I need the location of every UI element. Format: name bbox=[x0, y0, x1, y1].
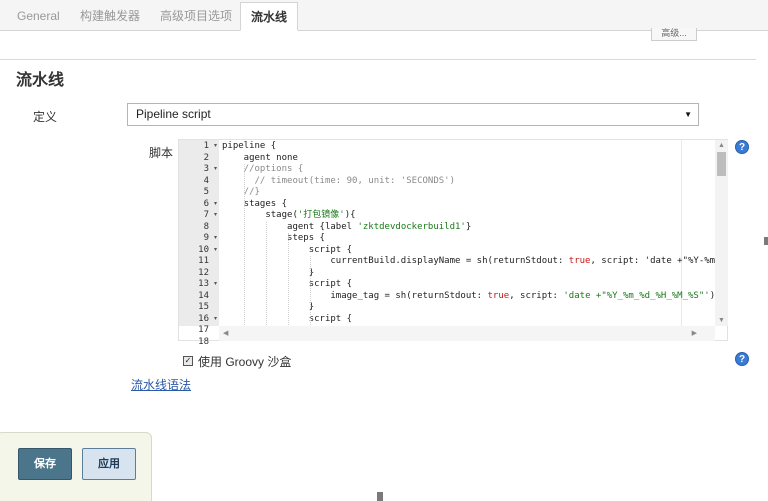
tab-pipeline[interactable]: 流水线 bbox=[240, 2, 299, 31]
scroll-left-icon[interactable]: ◀ bbox=[223, 329, 228, 337]
groovy-sandbox-label: 使用 Groovy 沙盒 bbox=[198, 355, 292, 369]
save-button[interactable]: 保存 bbox=[18, 448, 72, 480]
fold-toggle-icon[interactable]: ▾ bbox=[214, 141, 217, 153]
line-number: 17 bbox=[198, 325, 209, 335]
line-number: 15 bbox=[198, 302, 209, 312]
line-number: 5 bbox=[203, 187, 209, 197]
line-number: 16 bbox=[198, 313, 209, 324]
code-line: } bbox=[222, 302, 315, 312]
line-number: 2 bbox=[203, 152, 209, 163]
page-scroll-marker-bottom bbox=[377, 492, 383, 501]
fold-toggle-icon[interactable]: ▾ bbox=[214, 314, 217, 326]
indent-guide bbox=[310, 256, 311, 325]
code-line: } bbox=[222, 267, 315, 278]
indent-guide bbox=[288, 233, 289, 325]
line-number: 10 bbox=[198, 244, 209, 255]
line-number: 3 bbox=[203, 164, 209, 174]
definition-select[interactable]: Pipeline script ▼ bbox=[127, 103, 699, 126]
config-tab-bar: General 构建触发器 高级项目选项 流水线 bbox=[0, 0, 768, 31]
line-number: 7 bbox=[203, 210, 209, 220]
line-number: 12 bbox=[198, 267, 209, 278]
line-number: 14 bbox=[198, 290, 209, 301]
line-number: 9 bbox=[203, 233, 209, 243]
definition-label: 定义 bbox=[33, 110, 58, 124]
scroll-right-icon[interactable]: ▶ bbox=[692, 329, 697, 337]
editor-gutter: 1 ▾ 2 3 ▾ 4 5 6 ▾ 7 ▾ 8 9 ▾ 10 ▾ 11 12 13 ▾ 14 15 16 ▾ 17 18 bbox=[179, 140, 219, 347]
code-line: stages { bbox=[222, 198, 288, 209]
code-line: image_tag = sh(returnStdout: true, scrip… bbox=[222, 290, 715, 301]
pipeline-syntax-link[interactable]: 流水线语法 bbox=[131, 376, 191, 393]
tab-build-triggers[interactable]: 构建触发器 bbox=[80, 5, 140, 31]
line-number: 18 bbox=[198, 336, 209, 347]
indent-guide bbox=[266, 221, 267, 325]
line-number: 13 bbox=[198, 279, 209, 289]
page-scroll-marker bbox=[764, 237, 768, 245]
script-label: 脚本 bbox=[149, 146, 174, 160]
line-number: 11 bbox=[198, 256, 209, 266]
fold-toggle-icon[interactable]: ▾ bbox=[214, 210, 217, 222]
tab-general[interactable]: General bbox=[17, 5, 60, 31]
caret-down-icon: ▼ bbox=[684, 110, 692, 119]
groovy-sandbox-checkbox[interactable]: ✓ bbox=[183, 356, 193, 366]
fold-toggle-icon[interactable]: ▾ bbox=[214, 233, 217, 245]
section-title: 流水线 bbox=[16, 72, 65, 89]
editor-horizontal-scrollbar[interactable]: ◀ ▶ bbox=[219, 326, 715, 341]
code-line: agent {label 'zktdevdockerbuild1'} bbox=[222, 221, 472, 232]
code-line: //} bbox=[222, 187, 260, 197]
fold-toggle-icon[interactable]: ▾ bbox=[214, 199, 217, 211]
code-line: currentBuild.displayName = sh(returnStdo… bbox=[222, 256, 715, 266]
script-editor[interactable]: 1 ▾ 2 3 ▾ 4 5 6 ▾ 7 ▾ 8 9 ▾ 10 ▾ 11 12 13 ▾ 14 15 16 ▾ 17 18 pipe… bbox=[178, 139, 728, 347]
code-line: stage('打包镜像'){ bbox=[222, 210, 356, 220]
scrollbar-thumb[interactable] bbox=[717, 152, 726, 176]
line-number: 8 bbox=[203, 221, 209, 232]
code-line: steps { bbox=[222, 233, 325, 243]
line-number: 6 bbox=[203, 198, 209, 209]
line-number: 1 bbox=[203, 141, 209, 151]
line-number: 4 bbox=[203, 175, 209, 186]
fold-toggle-icon[interactable]: ▾ bbox=[214, 245, 217, 257]
sandbox-help-icon[interactable]: ? bbox=[735, 352, 749, 366]
tab-advanced-project-options[interactable]: 高级项目选项 bbox=[160, 5, 232, 31]
script-help-icon[interactable]: ? bbox=[735, 140, 749, 154]
indent-guide bbox=[244, 164, 245, 325]
fold-toggle-icon[interactable]: ▾ bbox=[214, 279, 217, 291]
scroll-up-icon[interactable]: ▲ bbox=[718, 142, 725, 149]
advanced-button[interactable]: 高级... bbox=[651, 28, 697, 41]
section-divider bbox=[0, 59, 756, 60]
code-line: //options { bbox=[222, 164, 304, 174]
definition-select-value: Pipeline script bbox=[136, 107, 211, 121]
editor-code-area[interactable]: pipeline { agent none //options { // tim… bbox=[219, 140, 715, 326]
scroll-down-icon[interactable]: ▼ bbox=[718, 317, 725, 324]
fold-toggle-icon[interactable]: ▾ bbox=[214, 164, 217, 176]
code-line: pipeline { bbox=[222, 141, 277, 151]
editor-vertical-scrollbar[interactable]: ▲ ▼ bbox=[715, 140, 728, 326]
apply-button[interactable]: 应用 bbox=[82, 448, 136, 480]
code-line: // timeout(time: 90, unit: 'SECONDS') bbox=[222, 175, 456, 186]
code-line: agent none bbox=[222, 152, 298, 163]
